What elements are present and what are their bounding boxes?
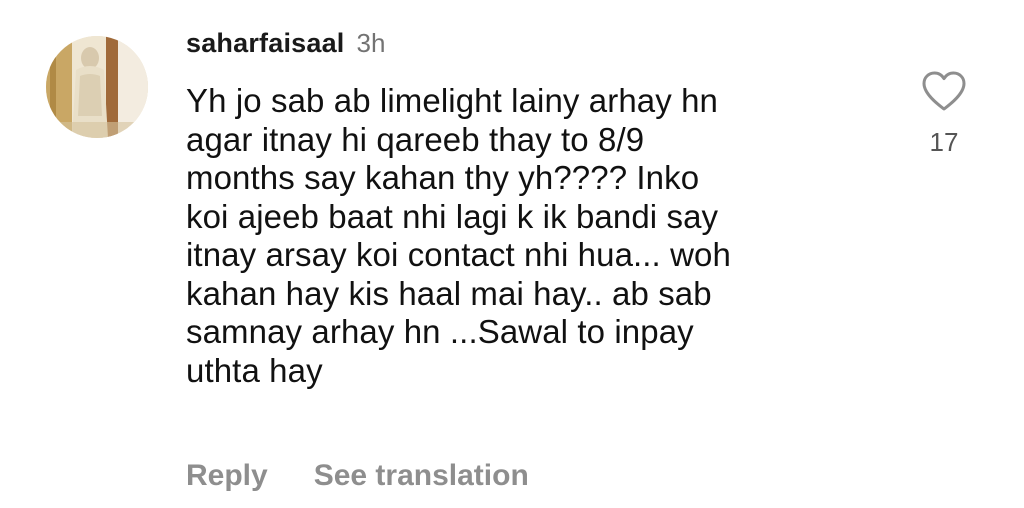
profile-photo-icon xyxy=(46,36,148,138)
avatar[interactable] xyxy=(46,36,148,138)
comment-actions: Reply See translation xyxy=(186,456,529,496)
comment-item: saharfaisaal 3h Yh jo sab ab limelight l… xyxy=(0,0,1024,508)
timestamp: 3h xyxy=(356,28,386,58)
heart-icon[interactable] xyxy=(921,70,967,117)
like-count: 17 xyxy=(929,127,959,157)
reply-button[interactable]: Reply xyxy=(186,459,268,493)
comment-content: saharfaisaal 3h Yh jo sab ab limelight l… xyxy=(186,28,876,390)
see-translation-button[interactable]: See translation xyxy=(314,459,529,493)
username[interactable]: saharfaisaal xyxy=(186,28,345,59)
comment-text: Yh jo sab ab limelight lainy arhay hn ag… xyxy=(186,82,731,389)
like-section: 17 xyxy=(918,70,970,158)
comment-header: saharfaisaal 3h xyxy=(186,28,876,68)
